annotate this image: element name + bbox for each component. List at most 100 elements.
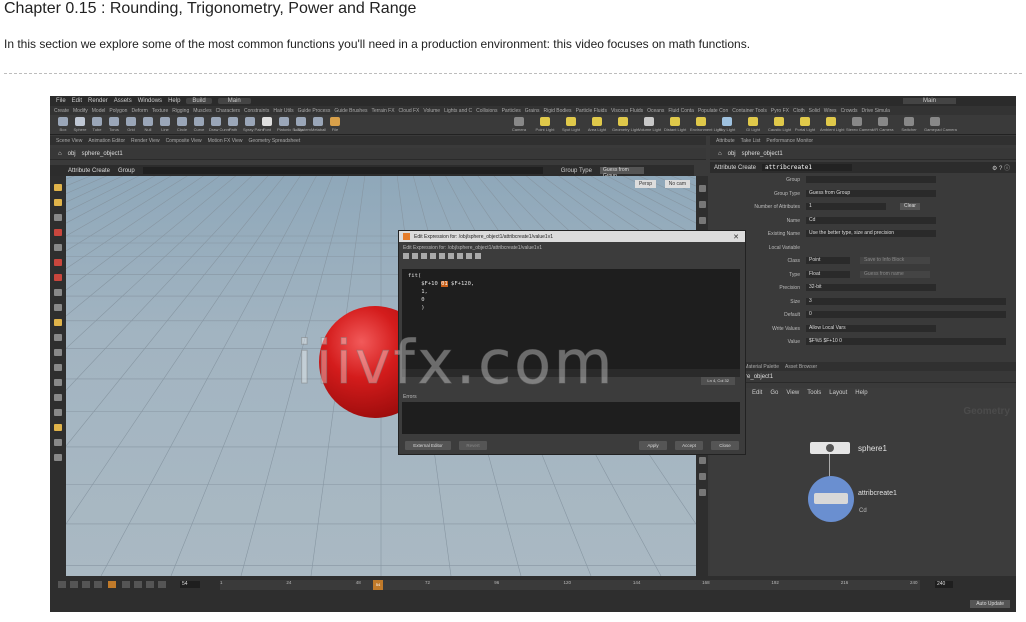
param-extra[interactable]: Save to Info Block xyxy=(860,257,930,264)
clear-button[interactable]: Clear xyxy=(900,203,920,210)
shelf-tool[interactable]: Ambient Light xyxy=(820,117,844,133)
network-menu-item[interactable]: Edit xyxy=(752,390,762,396)
pane-tab[interactable]: Animation Editor xyxy=(88,138,125,144)
menu-file[interactable]: File xyxy=(56,98,66,104)
group-field[interactable] xyxy=(142,167,543,174)
display-option-icon[interactable] xyxy=(698,217,706,224)
home-icon[interactable]: ⌂ xyxy=(718,151,722,157)
step-forward-icon[interactable] xyxy=(146,581,154,588)
tool-icon[interactable] xyxy=(439,252,445,259)
shelf-tool[interactable]: Environment Light xyxy=(690,117,722,133)
network-tab[interactable]: Asset Browser xyxy=(785,364,817,370)
tool-icon[interactable] xyxy=(54,244,62,251)
tool-icon[interactable] xyxy=(54,289,62,296)
network-menu-item[interactable]: Tools xyxy=(807,390,821,396)
prev-key-icon[interactable] xyxy=(82,581,90,588)
shelf-tool[interactable]: Geometry Light xyxy=(612,117,639,133)
close-icon[interactable]: ✕ xyxy=(733,233,739,241)
desktop-selector[interactable]: Main xyxy=(217,98,251,104)
tool-icon[interactable] xyxy=(54,214,62,221)
tool-icon[interactable] xyxy=(54,259,62,266)
param-value[interactable]: 1 xyxy=(806,203,886,210)
tool-icon[interactable] xyxy=(54,364,62,371)
shelf-tool[interactable]: Tube xyxy=(90,117,104,133)
shelf-tab[interactable]: Grains xyxy=(525,108,540,114)
tool-icon[interactable] xyxy=(430,252,436,259)
stop-icon[interactable] xyxy=(108,581,116,588)
display-option-icon[interactable] xyxy=(698,457,706,464)
accept-button[interactable]: Accept xyxy=(675,441,703,450)
param-extra[interactable]: Guess from name xyxy=(860,270,930,278)
tool-icon[interactable] xyxy=(54,439,62,446)
revert-button[interactable]: Revert xyxy=(459,441,487,450)
shelf-tab[interactable]: Collisions xyxy=(476,108,497,114)
shelf-tool[interactable]: Area Light xyxy=(586,117,608,133)
shelf-tab[interactable]: Volume xyxy=(423,108,440,114)
param-value[interactable]: 32-bit xyxy=(806,284,936,291)
shelf-tab[interactable]: Rigid Bodies xyxy=(543,108,571,114)
shelf-tool[interactable]: Grid xyxy=(124,117,138,133)
shelf-tool[interactable]: Spot Light xyxy=(560,117,582,133)
display-option-icon[interactable] xyxy=(698,473,706,480)
shelf-tab[interactable]: Cloth xyxy=(793,108,805,114)
shelf-tool[interactable]: Camera xyxy=(508,117,530,133)
param-value[interactable]: Point xyxy=(806,257,850,264)
timeline-current-frame[interactable]: 54 xyxy=(373,580,383,590)
camera-menu[interactable]: No cam xyxy=(664,180,690,188)
tool-icon[interactable] xyxy=(448,252,454,259)
tool-icon[interactable] xyxy=(54,199,62,206)
param-value[interactable]: Cd xyxy=(806,216,936,224)
frame-field[interactable]: 54 xyxy=(180,581,200,588)
pane-tab[interactable]: Performance Monitor xyxy=(766,138,813,144)
node-name-field[interactable]: attribcreate1 xyxy=(762,164,852,171)
shelf-tab[interactable]: Solid xyxy=(809,108,820,114)
shelf-tool[interactable]: L-System xyxy=(294,117,311,133)
tool-icon[interactable] xyxy=(54,349,62,356)
param-value[interactable]: 0 xyxy=(806,311,1006,318)
jump-end-icon[interactable] xyxy=(158,581,166,588)
network-menu-item[interactable]: Go xyxy=(770,390,778,396)
network-menu-item[interactable]: Layout xyxy=(829,390,847,396)
shelf-tool[interactable]: Platonic Solids xyxy=(277,117,303,133)
shelf-tool[interactable]: Point Light xyxy=(534,117,556,133)
shelf-tool[interactable]: Draw Curve xyxy=(209,117,230,133)
shelf-tool[interactable]: Path xyxy=(226,117,240,133)
shelf-tool[interactable]: Distant Light xyxy=(664,117,686,133)
node-attribcreate1[interactable] xyxy=(814,493,848,504)
shelf-tool[interactable]: Circle xyxy=(175,117,189,133)
pane-tab[interactable]: Geometry Spreadsheet xyxy=(249,138,301,144)
network-editor[interactable]: Edit Go View Tools Layout Help Geometry spher… xyxy=(710,388,1016,576)
param-value[interactable]: Float xyxy=(806,270,850,278)
shelf-tab[interactable]: Oceans xyxy=(647,108,664,114)
shelf-tool[interactable]: Metaball xyxy=(311,117,326,133)
menu-help[interactable]: Help xyxy=(168,98,180,104)
network-tab[interactable]: Material Palette xyxy=(744,364,779,370)
shelf-tool[interactable]: Spray Paint xyxy=(243,117,264,133)
pane-tab[interactable]: Motion FX View xyxy=(208,138,243,144)
tool-icon[interactable] xyxy=(54,319,62,326)
shelf-tab[interactable]: Hair Utils xyxy=(273,108,293,114)
pane-tab[interactable]: Attribute xyxy=(716,138,735,144)
shelf-tab[interactable]: Rigging xyxy=(172,108,189,114)
shelf-tool[interactable]: Volume Light xyxy=(638,117,661,133)
display-option-icon[interactable] xyxy=(698,185,706,192)
shelf-tool[interactable]: Box xyxy=(56,117,70,133)
tool-icon[interactable] xyxy=(54,379,62,386)
param-value[interactable]: Guess from Group xyxy=(806,189,936,197)
shelf-tool[interactable]: VR Camera xyxy=(872,117,894,133)
shelf-tab[interactable]: Container Tools xyxy=(732,108,767,114)
tool-icon[interactable] xyxy=(54,409,62,416)
shelf-tab[interactable]: Drive Simula xyxy=(862,108,890,114)
shelf-tool[interactable]: Caustic Light xyxy=(768,117,791,133)
tool-icon[interactable] xyxy=(457,252,463,259)
shelf-tool[interactable]: Switcher xyxy=(898,117,920,133)
path-obj[interactable]: obj xyxy=(68,151,76,157)
param-value[interactable]: 3 xyxy=(806,297,1006,305)
shelf-tab[interactable]: Populate Con xyxy=(698,108,728,114)
shelf-tab[interactable]: Model xyxy=(92,108,106,114)
shelf-tab[interactable]: Constraints xyxy=(244,108,269,114)
gear-icon[interactable]: ⚙ ? ⓘ xyxy=(992,163,1010,172)
persp-menu[interactable]: Persp xyxy=(634,180,656,188)
shelf-tab[interactable]: Modify xyxy=(73,108,88,114)
tool-icon[interactable] xyxy=(421,252,427,259)
